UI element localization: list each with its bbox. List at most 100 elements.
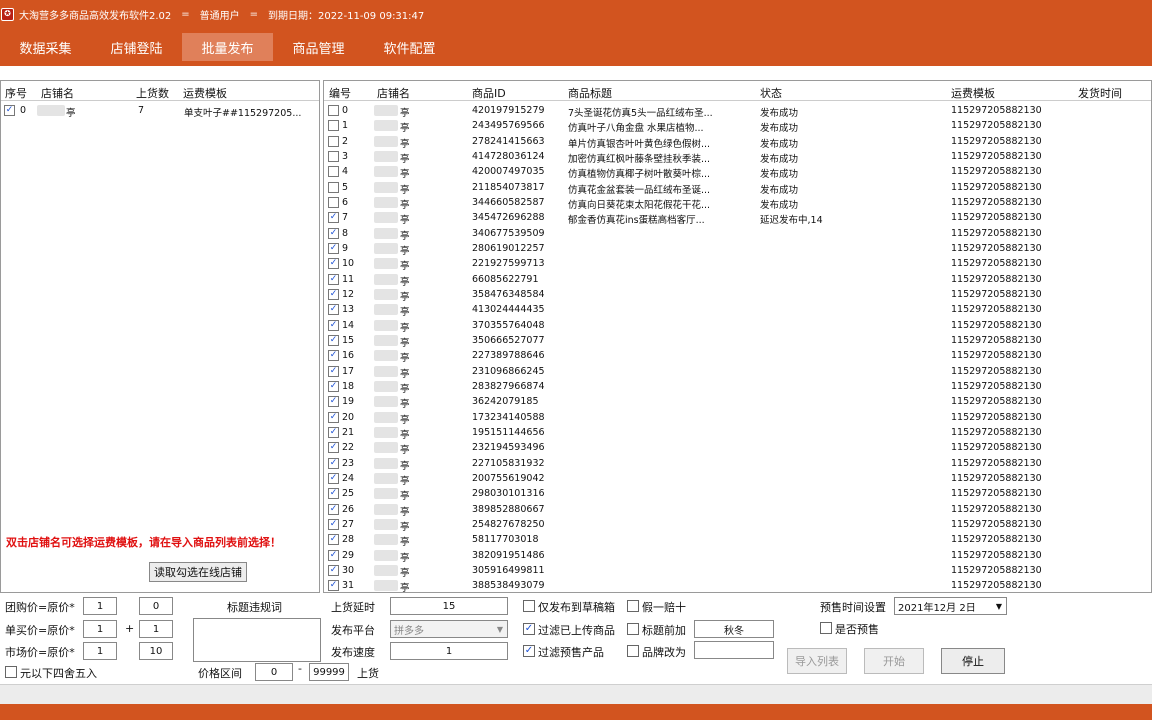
row-checkbox[interactable]: ✓ (328, 534, 339, 546)
product-row[interactable]: ✓ 26 亭 389852880667 115297205882130 (324, 503, 1151, 518)
tab-data-collect[interactable]: 数据采集 (0, 33, 91, 61)
row-checkbox[interactable] (328, 120, 339, 132)
column-header[interactable]: 店铺名 (41, 85, 74, 101)
product-row[interactable]: 1 亭 243495769566 仿真叶子八角金盘 水果店植物... 发布成功 11529… (324, 119, 1151, 134)
row-checkbox[interactable]: ✓ (328, 580, 339, 592)
row-checkbox[interactable] (328, 166, 339, 178)
fake-one-checkbox[interactable] (627, 600, 639, 612)
delay-input[interactable]: 15 (390, 597, 508, 615)
column-header[interactable]: 编号 (329, 85, 351, 101)
product-row[interactable]: ✓ 7 亭 345472696288 郁金香仿真花ins蛋糕高档客厅... 延迟发布中,1… (324, 211, 1151, 226)
price-min-input[interactable]: 0 (255, 663, 293, 681)
product-row[interactable]: ✓ 29 亭 382091951486 115297205882130 (324, 549, 1151, 564)
title-prefix-checkbox[interactable] (627, 623, 639, 635)
column-header[interactable]: 商品ID (472, 85, 506, 101)
row-checkbox[interactable] (328, 150, 339, 162)
market-price-multiplier[interactable]: 1 (83, 642, 117, 660)
row-checkbox[interactable]: ✓ (328, 350, 339, 362)
product-row[interactable]: 6 亭 344660582587 仿真向日葵花束太阳花假花干花... 发布成功 11529… (324, 196, 1151, 211)
column-header[interactable]: 店铺名 (377, 85, 410, 101)
shop-row[interactable]: ✓ 0 亭 7 单支叶子##115297205... (1, 104, 319, 119)
row-checkbox[interactable]: ✓ (328, 334, 339, 346)
row-checkbox[interactable]: ✓ (328, 426, 339, 438)
row-checkbox[interactable]: ✓ (328, 319, 339, 331)
product-row[interactable]: ✓ 20 亭 173234140588 115297205882130 (324, 411, 1151, 426)
market-price-offset[interactable]: 10 (139, 642, 173, 660)
presale-date-picker[interactable]: 2021年12月 2日 ▼ (894, 597, 1007, 615)
row-checkbox[interactable]: ✓ (328, 396, 339, 408)
product-row[interactable]: ✓ 10 亭 221927599713 115297205882130 (324, 257, 1151, 272)
tab-batch-publish[interactable]: 批量发布 (182, 33, 273, 61)
title-violation-textarea[interactable] (193, 618, 321, 662)
column-header[interactable]: 商品标题 (568, 85, 612, 101)
product-row[interactable]: ✓ 11 亭 66085622791 115297205882130 (324, 273, 1151, 288)
row-checkbox[interactable]: ✓ (4, 105, 15, 116)
product-row[interactable]: ✓ 17 亭 231096866245 115297205882130 (324, 365, 1151, 380)
product-row[interactable]: 2 亭 278241415663 单片仿真银杏叶叶黄色绿色假树... 发布成功 11529… (324, 135, 1151, 150)
round-checkbox[interactable] (5, 666, 17, 678)
row-checkbox[interactable]: ✓ (328, 488, 339, 500)
filter-presale-checkbox[interactable]: ✓ (523, 645, 535, 657)
column-header[interactable]: 运费模板 (183, 85, 227, 101)
title-prefix-input[interactable]: 秋冬 (694, 620, 774, 638)
filter-uploaded-checkbox[interactable]: ✓ (523, 623, 535, 635)
row-checkbox[interactable]: ✓ (328, 472, 339, 484)
group-price-multiplier[interactable]: 1 (83, 597, 117, 615)
product-row[interactable]: ✓ 22 亭 232194593496 115297205882130 (324, 441, 1151, 456)
row-checkbox[interactable]: ✓ (328, 411, 339, 423)
row-checkbox[interactable]: ✓ (328, 288, 339, 300)
row-checkbox[interactable]: ✓ (328, 457, 339, 469)
single-price-multiplier[interactable]: 1 (83, 620, 117, 638)
read-online-shops-button[interactable]: 读取勾选在线店铺 (149, 562, 247, 582)
speed-input[interactable]: 1 (390, 642, 508, 660)
product-row[interactable]: ✓ 31 亭 388538493079 115297205882130 (324, 579, 1151, 592)
product-row[interactable]: ✓ 19 亭 36242079185 115297205882130 (324, 395, 1151, 410)
product-row[interactable]: ✓ 18 亭 283827966874 115297205882130 (324, 380, 1151, 395)
brand-change-checkbox[interactable] (627, 645, 639, 657)
tab-software-config[interactable]: 软件配置 (364, 33, 455, 61)
row-checkbox[interactable]: ✓ (328, 380, 339, 392)
row-checkbox[interactable]: ✓ (328, 273, 339, 285)
product-row[interactable]: ✓ 28 亭 58117703018 115297205882130 (324, 533, 1151, 548)
row-checkbox[interactable]: ✓ (328, 258, 339, 270)
row-checkbox[interactable]: ✓ (328, 242, 339, 254)
column-header[interactable]: 状态 (760, 85, 782, 101)
product-row[interactable]: ✓ 21 亭 195151144656 115297205882130 (324, 426, 1151, 441)
column-header[interactable]: 上货数 (136, 85, 169, 101)
product-row[interactable]: ✓ 14 亭 370355764048 115297205882130 (324, 319, 1151, 334)
product-row[interactable]: ✓ 27 亭 254827678250 115297205882130 (324, 518, 1151, 533)
row-checkbox[interactable]: ✓ (328, 503, 339, 515)
shop-row-template[interactable]: 单支叶子##115297205... (184, 105, 301, 119)
row-checkbox[interactable] (328, 135, 339, 147)
product-row[interactable]: 0 亭 420197915279 7头圣诞花仿真5头一品红绒布圣... 发布成功 1152… (324, 104, 1151, 119)
product-row[interactable]: ✓ 30 亭 305916499811 115297205882130 (324, 564, 1151, 579)
tab-product-manage[interactable]: 商品管理 (273, 33, 364, 61)
product-row[interactable]: 5 亭 211854073817 仿真花金盆套装一品红绒布圣诞... 发布成功 11529… (324, 181, 1151, 196)
row-checkbox[interactable]: ✓ (328, 365, 339, 377)
product-row[interactable]: ✓ 8 亭 340677539509 115297205882130 (324, 227, 1151, 242)
column-header[interactable]: 序号 (5, 85, 27, 101)
row-checkbox[interactable]: ✓ (328, 227, 339, 239)
row-checkbox[interactable] (328, 105, 339, 116)
row-checkbox[interactable]: ✓ (328, 549, 339, 561)
row-checkbox[interactable]: ✓ (328, 518, 339, 530)
tab-shop-login[interactable]: 店铺登陆 (91, 33, 182, 61)
start-button[interactable]: 开始 (864, 648, 924, 674)
column-header[interactable]: 运费模板 (951, 85, 995, 101)
product-row[interactable]: ✓ 25 亭 298030101316 115297205882130 (324, 487, 1151, 502)
product-row[interactable]: 3 亭 414728036124 加密仿真红枫叶藤条壁挂秋季装... 发布成功 11529… (324, 150, 1151, 165)
price-max-input[interactable]: 99999 (309, 663, 349, 681)
column-header[interactable]: 发货时间 (1078, 85, 1122, 101)
group-price-offset[interactable]: 0 (139, 597, 173, 615)
shop-row-name[interactable]: 亭 (66, 105, 76, 119)
row-checkbox[interactable]: ✓ (328, 564, 339, 576)
brand-change-input[interactable] (694, 641, 774, 659)
product-row[interactable]: ✓ 15 亭 350666527077 115297205882130 (324, 334, 1151, 349)
row-checkbox[interactable] (328, 181, 339, 193)
row-checkbox[interactable]: ✓ (328, 212, 339, 224)
product-row[interactable]: ✓ 16 亭 227389788646 115297205882130 (324, 349, 1151, 364)
product-row[interactable]: ✓ 12 亭 358476348584 115297205882130 (324, 288, 1151, 303)
product-row[interactable]: ✓ 23 亭 227105831932 115297205882130 (324, 457, 1151, 472)
is-presale-checkbox[interactable] (820, 622, 832, 634)
row-checkbox[interactable]: ✓ (328, 442, 339, 454)
